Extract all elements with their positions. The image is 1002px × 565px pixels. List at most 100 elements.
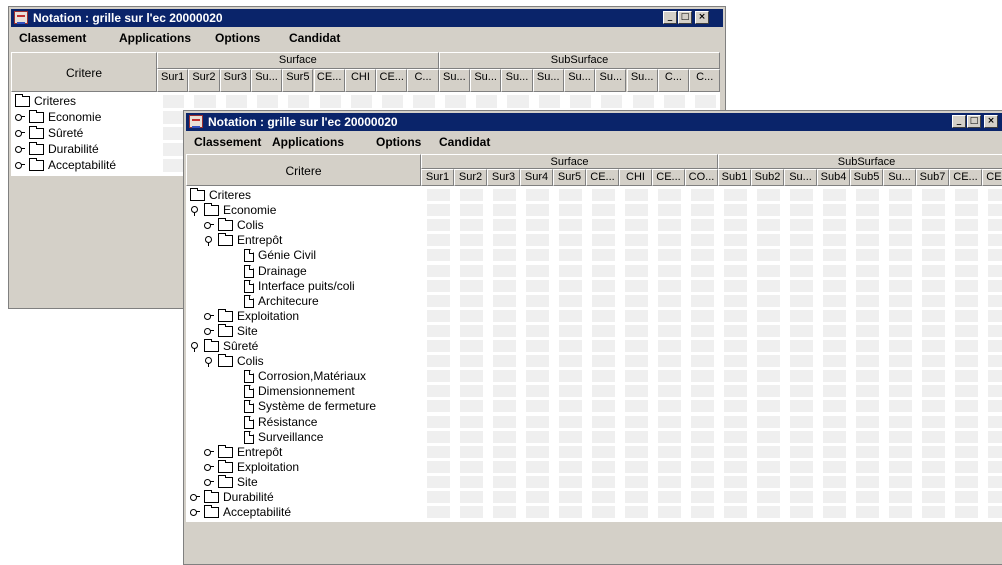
rating-cell[interactable]: [382, 95, 404, 108]
maximize-button[interactable]: □: [678, 11, 692, 24]
rating-cell[interactable]: [493, 294, 516, 307]
rating-cell[interactable]: [724, 370, 747, 383]
rating-cell[interactable]: [724, 491, 747, 504]
rating-cell[interactable]: [823, 430, 846, 443]
rating-cell[interactable]: [658, 400, 681, 413]
rating-cell[interactable]: [319, 95, 341, 108]
rating-cell[interactable]: [955, 370, 978, 383]
rating-cell[interactable]: [988, 279, 1002, 292]
rating-cell[interactable]: [493, 370, 516, 383]
rating-cell[interactable]: [790, 279, 813, 292]
rating-cell[interactable]: [856, 279, 879, 292]
rating-cell[interactable]: [559, 264, 582, 277]
rating-cell[interactable]: [691, 264, 714, 277]
rating-cell[interactable]: [988, 475, 1002, 488]
rating-cell[interactable]: [592, 219, 615, 232]
rating-cell[interactable]: [988, 355, 1002, 368]
rating-cell[interactable]: [988, 264, 1002, 277]
column-header[interactable]: Sur3: [487, 169, 520, 186]
rating-cell[interactable]: [592, 294, 615, 307]
rating-cell[interactable]: [988, 491, 1002, 504]
rating-cell[interactable]: [790, 430, 813, 443]
rating-cell[interactable]: [427, 445, 450, 458]
column-header[interactable]: C...: [657, 69, 690, 92]
expanded-toggle-icon[interactable]: [190, 342, 200, 352]
rating-cell[interactable]: [625, 309, 648, 322]
rating-cell[interactable]: [559, 249, 582, 262]
rating-cell[interactable]: [790, 445, 813, 458]
rating-cell[interactable]: [559, 400, 582, 413]
rating-cell[interactable]: [691, 309, 714, 322]
rating-cell[interactable]: [790, 234, 813, 247]
rating-cell[interactable]: [757, 491, 780, 504]
rating-cell[interactable]: [889, 355, 912, 368]
rating-cell[interactable]: [526, 309, 549, 322]
rating-cell[interactable]: [691, 415, 714, 428]
tree-node[interactable]: Surveillance: [186, 430, 421, 445]
rating-cell[interactable]: [493, 355, 516, 368]
column-header[interactable]: Sur2: [188, 69, 220, 92]
rating-cell[interactable]: [856, 219, 879, 232]
tree-node[interactable]: Durabilité: [186, 490, 421, 505]
rating-cell[interactable]: [526, 430, 549, 443]
column-header[interactable]: CE...: [982, 169, 1002, 186]
rating-cell[interactable]: [790, 460, 813, 473]
rating-cell[interactable]: [526, 491, 549, 504]
rating-cell[interactable]: [427, 234, 450, 247]
rating-cell[interactable]: [889, 204, 912, 217]
rating-cell[interactable]: [427, 204, 450, 217]
rating-cell[interactable]: [790, 324, 813, 337]
menu-classement[interactable]: Classement: [19, 31, 86, 45]
rating-cell[interactable]: [658, 189, 681, 202]
rating-cell[interactable]: [724, 415, 747, 428]
rating-cell[interactable]: [790, 506, 813, 519]
rating-cell[interactable]: [658, 430, 681, 443]
column-header[interactable]: Su...: [883, 169, 916, 186]
rating-cell[interactable]: [856, 324, 879, 337]
rating-cell[interactable]: [592, 340, 615, 353]
rating-cell[interactable]: [427, 506, 450, 519]
rating-cell[interactable]: [790, 264, 813, 277]
rating-cell[interactable]: [559, 370, 582, 383]
rating-cell[interactable]: [695, 95, 717, 108]
rating-cell[interactable]: [724, 279, 747, 292]
rating-cell[interactable]: [757, 445, 780, 458]
rating-cell[interactable]: [559, 355, 582, 368]
tree-node[interactable]: Interface puits/coli: [186, 279, 421, 294]
rating-cell[interactable]: [658, 204, 681, 217]
rating-cell[interactable]: [955, 475, 978, 488]
column-header[interactable]: Su...: [563, 69, 596, 92]
rating-cell[interactable]: [526, 370, 549, 383]
rating-cell[interactable]: [427, 264, 450, 277]
column-header[interactable]: Sur5: [282, 69, 314, 92]
rating-cell[interactable]: [988, 445, 1002, 458]
rating-cell[interactable]: [988, 324, 1002, 337]
rating-cell[interactable]: [460, 340, 483, 353]
rating-cell[interactable]: [625, 491, 648, 504]
tree-node[interactable]: Acceptabilité: [11, 158, 157, 173]
rating-cell[interactable]: [427, 309, 450, 322]
rating-cell[interactable]: [493, 189, 516, 202]
rating-cell[interactable]: [559, 475, 582, 488]
rating-cell[interactable]: [592, 460, 615, 473]
rating-cell[interactable]: [889, 445, 912, 458]
rating-cell[interactable]: [427, 355, 450, 368]
rating-cell[interactable]: [988, 234, 1002, 247]
rating-cell[interactable]: [625, 370, 648, 383]
rating-cell[interactable]: [790, 475, 813, 488]
rating-cell[interactable]: [823, 385, 846, 398]
rating-cell[interactable]: [856, 189, 879, 202]
rating-cell[interactable]: [559, 415, 582, 428]
rating-cell[interactable]: [955, 279, 978, 292]
collapsed-toggle-icon[interactable]: [204, 327, 214, 336]
rating-cell[interactable]: [823, 294, 846, 307]
rating-cell[interactable]: [922, 189, 945, 202]
close-button[interactable]: ×: [984, 115, 998, 128]
rating-cell[interactable]: [922, 475, 945, 488]
column-header[interactable]: Sub7: [916, 169, 949, 186]
menu-options[interactable]: Options: [215, 31, 260, 45]
rating-cell[interactable]: [955, 189, 978, 202]
column-header[interactable]: Su...: [595, 69, 627, 92]
rating-cell[interactable]: [526, 506, 549, 519]
tree-node[interactable]: Sûreté: [186, 339, 421, 354]
